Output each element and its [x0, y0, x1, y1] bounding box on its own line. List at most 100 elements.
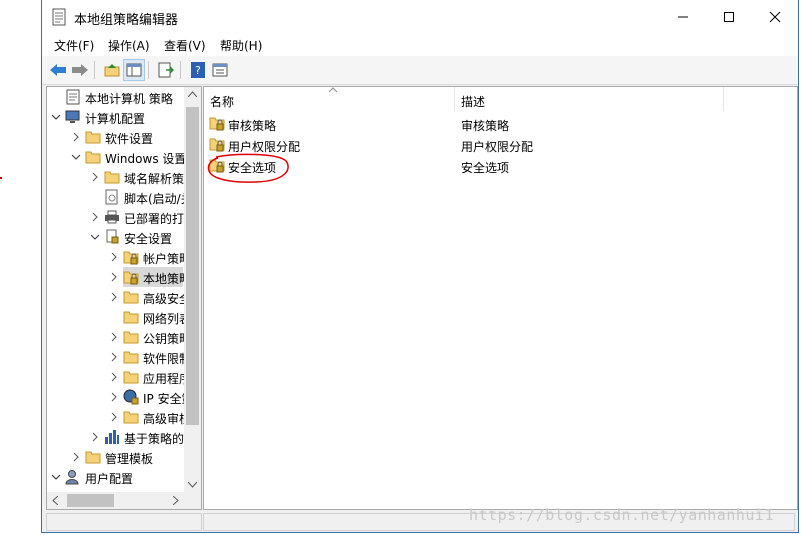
- close-button[interactable]: [752, 0, 798, 34]
- menu-bar: 文件(F) 操作(A) 查看(V) 帮助(H): [42, 34, 798, 56]
- maximize-button[interactable]: [706, 0, 752, 34]
- title-bar[interactable]: 本地组策略编辑器: [42, 0, 798, 34]
- chevron-right-icon[interactable]: [109, 391, 119, 403]
- scroll-left-icon[interactable]: [52, 496, 58, 505]
- tree-item[interactable]: 帐户策略: [47, 247, 191, 267]
- lock-folder-icon: [209, 136, 225, 152]
- list-item[interactable]: 安全选项 安全选项: [204, 155, 797, 176]
- bar-chart-icon: [104, 429, 120, 445]
- folder-icon: [123, 309, 139, 325]
- list-item-description: 安全选项: [461, 161, 510, 175]
- up-button[interactable]: [102, 60, 122, 80]
- lock-folder-icon: [209, 115, 225, 131]
- forward-button[interactable]: [70, 60, 90, 80]
- list-item[interactable]: 用户权限分配 用户权限分配: [204, 134, 797, 155]
- tree-item[interactable]: 管理模板: [47, 447, 184, 467]
- scroll-corner: [184, 492, 201, 509]
- tree-item[interactable]: 网络列表管理器策略: [47, 307, 201, 327]
- lock-folder-icon: [123, 249, 139, 265]
- tree-item[interactable]: 已部署的打印机: [47, 207, 201, 227]
- list-item-description: 审核策略: [461, 119, 510, 133]
- scroll-right-icon[interactable]: [173, 496, 179, 505]
- tree-horizontal-scrollbar[interactable]: [47, 492, 184, 509]
- close-icon: [769, 11, 781, 23]
- chevron-right-icon[interactable]: [109, 351, 119, 363]
- tree-item[interactable]: 公钥策略: [47, 327, 191, 347]
- list-item[interactable]: 审核策略 审核策略: [204, 113, 797, 134]
- menu-help[interactable]: 帮助(H): [220, 37, 262, 54]
- policy-doc-icon: [65, 89, 81, 105]
- folder-icon: [85, 129, 101, 145]
- menu-view[interactable]: 查看(V): [164, 37, 206, 54]
- chevron-right-icon[interactable]: [71, 131, 81, 143]
- chevron-right-icon[interactable]: [109, 271, 119, 283]
- folder-icon: [123, 289, 139, 305]
- tree-vertical-thumb[interactable]: [186, 107, 199, 425]
- security-settings-icon: [104, 229, 120, 245]
- window-title: 本地组策略编辑器: [74, 13, 179, 28]
- tree-item[interactable]: 域名解析策略: [47, 167, 196, 187]
- tree-horizontal-thumb[interactable]: [67, 494, 114, 507]
- chevron-right-icon[interactable]: [109, 371, 119, 383]
- folder-icon: [123, 329, 139, 345]
- tree-item[interactable]: 高级安全 Windows 防火墙: [47, 287, 201, 307]
- ip-security-icon: [123, 389, 139, 405]
- minimize-icon: [678, 16, 688, 18]
- tree-item[interactable]: 安全设置: [47, 227, 184, 247]
- list-item-name: 审核策略: [228, 119, 277, 133]
- show-hide-tree-icon: [126, 63, 142, 77]
- tree-item[interactable]: 高级审核策略配置: [47, 407, 201, 427]
- folder-icon: [123, 409, 139, 425]
- column-header-description-label: 描述: [461, 95, 486, 109]
- script-icon: [104, 189, 120, 205]
- chevron-right-icon[interactable]: [109, 411, 119, 423]
- minimize-button[interactable]: [660, 0, 706, 34]
- tree-item[interactable]: Windows 设置: [47, 147, 186, 167]
- tree-item[interactable]: 软件设置: [47, 127, 184, 147]
- chevron-right-icon[interactable]: [109, 291, 119, 303]
- user-icon: [65, 469, 81, 485]
- chevron-down-icon[interactable]: [71, 151, 81, 163]
- show-hide-tree-button[interactable]: [123, 59, 145, 81]
- tree-item[interactable]: 应用程序控制策略: [47, 367, 201, 387]
- properties-view-button[interactable]: [210, 60, 230, 80]
- tree-item[interactable]: IP 安全策略: [47, 387, 201, 407]
- tree-item[interactable]: 本地计算机 策略: [47, 87, 184, 107]
- status-cell-left: [46, 513, 202, 531]
- tree-item[interactable]: 用户配置: [47, 467, 184, 487]
- scroll-up-icon[interactable]: [188, 91, 197, 97]
- chevron-right-icon[interactable]: [90, 171, 100, 183]
- maximize-icon: [724, 12, 734, 22]
- chevron-down-icon[interactable]: [51, 111, 61, 123]
- help-button[interactable]: ?: [188, 60, 208, 80]
- menu-file[interactable]: 文件(F): [54, 37, 94, 54]
- export-list-button[interactable]: [156, 60, 176, 80]
- tree-item[interactable]: 本地策略: [47, 267, 191, 287]
- help-icon: ?: [191, 62, 205, 78]
- chevron-right-icon[interactable]: [71, 451, 81, 463]
- tree-item-label: 用户配置: [85, 472, 134, 486]
- back-button[interactable]: [48, 60, 68, 80]
- forward-icon: [72, 64, 88, 76]
- stray-red-mark: [0, 177, 2, 179]
- chevron-right-icon[interactable]: [109, 251, 119, 263]
- tree-item[interactable]: 计算机配置: [47, 107, 184, 127]
- chevron-down-icon[interactable]: [90, 231, 100, 243]
- chevron-down-icon[interactable]: [51, 471, 61, 483]
- chevron-right-icon[interactable]: [109, 331, 119, 343]
- column-header-description[interactable]: 描述: [455, 87, 724, 111]
- chevron-right-icon[interactable]: [90, 431, 100, 443]
- folder-icon: [85, 449, 101, 465]
- tree-item[interactable]: 脚本(启动/关机): [47, 187, 201, 207]
- scroll-down-icon[interactable]: [188, 482, 197, 488]
- folder-icon: [85, 149, 101, 165]
- folder-icon: [123, 369, 139, 385]
- watermark-text: https://blog.csdn.net/yanhanhui1: [469, 506, 774, 524]
- tree-vertical-scrollbar[interactable]: [184, 87, 201, 492]
- menu-action[interactable]: 操作(A): [108, 37, 150, 54]
- tree-item[interactable]: 基于策略的 QoS: [47, 427, 201, 447]
- chevron-right-icon[interactable]: [90, 211, 100, 223]
- export-list-icon: [158, 62, 174, 78]
- column-header-name[interactable]: 名称: [204, 87, 455, 111]
- tree-item[interactable]: 软件限制策略: [47, 347, 201, 367]
